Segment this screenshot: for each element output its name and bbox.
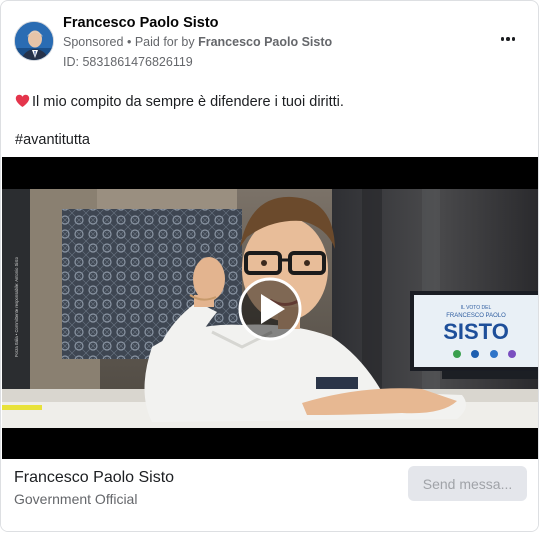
more-options-icon[interactable] [498,29,518,49]
screen-line-1: IL VOTO DEL [461,305,492,311]
footer-category: Government Official [14,491,138,507]
video-player[interactable]: IL VOTO DEL FRANCESCO PAOLO SISTO Forza … [2,157,538,459]
screen-line-3: SISTO [443,319,509,344]
ad-card: Francesco Paolo Sisto Sponsored • Paid f… [0,0,539,532]
ad-footer: Francesco Paolo Sisto Government Officia… [1,459,538,531]
paid-for-name: Francesco Paolo Sisto [198,35,333,49]
post-header: Francesco Paolo Sisto Sponsored • Paid f… [1,1,538,79]
footer-page-name[interactable]: Francesco Paolo Sisto [14,469,174,487]
sponsored-label: Sponsored [63,35,124,49]
hashtag-link[interactable]: #avantitutta [15,132,90,148]
heart-icon [15,94,30,107]
send-message-button[interactable]: Send messa... [408,466,527,501]
video-frame: IL VOTO DEL FRANCESCO PAOLO SISTO Forza … [2,157,538,459]
paid-for-prefix: Paid for by [134,35,195,49]
ad-id: ID: 5831861476826119 [63,55,193,69]
meta-separator: • [126,35,132,49]
post-body: Il mio compito da sempre è difendere i t… [15,93,344,111]
post-body-text: Il mio compito da sempre è difendere i t… [32,94,344,110]
author-name[interactable]: Francesco Paolo Sisto [63,15,219,31]
avatar-portrait [15,22,53,60]
avatar[interactable] [14,21,54,61]
sponsored-line: Sponsored • Paid for by Francesco Paolo … [63,35,332,49]
play-button[interactable] [238,277,302,341]
video-credit: Forza Italia • Committente responsabile:… [14,256,19,357]
